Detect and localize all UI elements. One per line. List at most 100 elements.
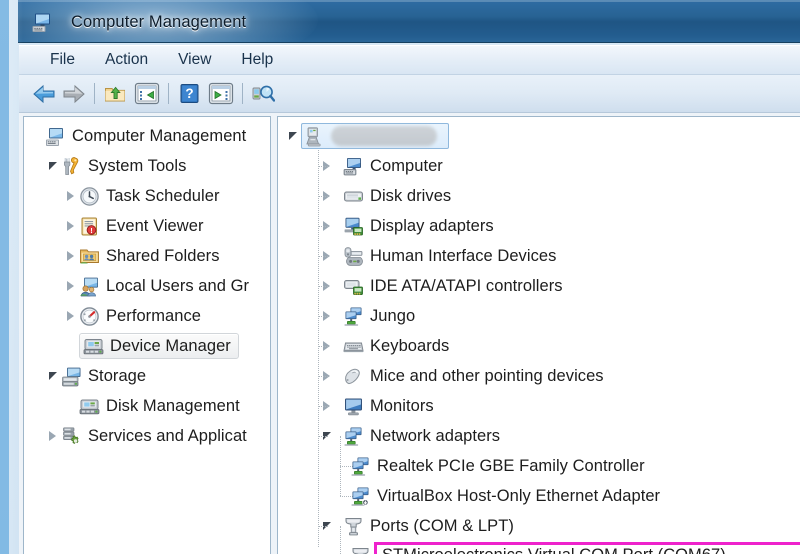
computer-icon	[343, 156, 364, 177]
twisty-collapsed-icon[interactable]	[62, 271, 79, 301]
device-node-virtualbox-host-only-ethernet-adapter[interactable]: VirtualBox Host-Only Ethernet Adapter	[278, 466, 800, 511]
scan-hardware-button[interactable]	[248, 79, 278, 109]
computer-management-icon	[31, 11, 53, 33]
system-tools-icon	[61, 156, 82, 177]
tree-guide-horizontal	[318, 166, 328, 167]
twisty-expanded-icon[interactable]	[44, 151, 61, 181]
device-node-label: Mice and other pointing devices	[370, 366, 604, 385]
device-node-mice-and-other-pointing-devices[interactable]: Mice and other pointing devices	[278, 361, 800, 391]
clock-icon	[79, 186, 100, 207]
titlebar-highlight	[18, 0, 800, 2]
device-node-monitors[interactable]: Monitors	[278, 391, 800, 421]
device-node-human-interface-devices[interactable]: Human Interface Devices	[278, 241, 800, 271]
event-viewer-icon: !	[79, 216, 100, 237]
hid-icon	[343, 246, 364, 267]
device-node-keyboards[interactable]: Keyboards	[278, 331, 800, 361]
device-node-label: IDE ATA/ATAPI controllers	[370, 276, 563, 295]
device-node-network-adapters[interactable]: Network adapters	[278, 421, 800, 451]
device-tree-root[interactable]	[278, 121, 800, 151]
sidebar-item-event-viewer[interactable]: ! Event Viewer	[24, 211, 270, 241]
sidebar-item-label: Device Manager	[110, 336, 231, 355]
device-node-ports-com-lpt[interactable]: Ports (COM & LPT)	[278, 511, 800, 541]
twisty-collapsed-icon[interactable]	[62, 241, 79, 271]
device-manager-icon	[83, 336, 104, 357]
disk-drive-icon	[343, 186, 364, 207]
tree-guide-vertical	[340, 466, 341, 496]
console-tree-pane[interactable]: Computer Management System Tools Task Sc…	[23, 116, 271, 554]
sidebar-item-local-users-and-groups[interactable]: Local Users and Gr	[24, 271, 270, 301]
tree-guide-horizontal	[318, 346, 328, 347]
sidebar-item-services-and-applications[interactable]: Services and Applicat	[24, 421, 270, 451]
sidebar-item-label: System Tools	[88, 156, 187, 175]
disk-management-icon	[79, 396, 100, 417]
device-node-label: VirtualBox Host-Only Ethernet Adapter	[377, 486, 661, 505]
back-button[interactable]	[29, 79, 59, 109]
device-node-display-adapters[interactable]: Display adapters	[278, 211, 800, 241]
sidebar-item-computer-management[interactable]: Computer Management	[24, 121, 270, 151]
sidebar-item-device-manager[interactable]: Device Manager	[24, 331, 270, 361]
device-manager-pane[interactable]: Computer Disk drives Display adapters Hu…	[277, 116, 800, 554]
twisty-expanded-icon[interactable]	[284, 121, 301, 151]
shared-folders-icon	[79, 246, 100, 267]
forward-button[interactable]	[59, 79, 89, 109]
sidebar-item-task-scheduler[interactable]: Task Scheduler	[24, 181, 270, 211]
network-adapter-icon	[350, 486, 371, 507]
device-node-computer[interactable]: Computer	[278, 151, 800, 181]
window-title: Computer Management	[71, 12, 247, 31]
device-node-label: Disk drives	[370, 186, 452, 205]
twisty-expanded-icon[interactable]	[44, 361, 61, 391]
network-adapter-icon	[343, 306, 364, 327]
tree-guide-horizontal	[318, 376, 328, 377]
display-adapter-icon	[343, 216, 364, 237]
twisty-none	[28, 121, 45, 151]
sidebar-item-performance[interactable]: Performance	[24, 301, 270, 331]
help-button[interactable]: ?	[174, 79, 204, 109]
local-users-icon	[79, 276, 100, 297]
help-icon: ?	[179, 83, 200, 104]
device-node-realtek-pcie-gbe-family-controller[interactable]: Realtek PCIe GBE Family Controller	[278, 436, 800, 481]
tree-guide-horizontal	[318, 436, 328, 437]
device-node-ide-ata-atapi-controllers[interactable]: IDE ATA/ATAPI controllers	[278, 271, 800, 301]
network-adapter-icon	[343, 426, 364, 447]
tree-guide-horizontal	[318, 256, 328, 257]
up-one-level-button[interactable]	[100, 79, 130, 109]
twisty-collapsed-icon[interactable]	[62, 211, 79, 241]
toolbar-separator-2	[168, 83, 169, 104]
show-console-tree-button[interactable]	[130, 79, 163, 109]
menu-view[interactable]: View	[165, 49, 224, 72]
sidebar-item-storage[interactable]: Storage	[24, 361, 270, 391]
menu-action[interactable]: Action	[92, 49, 161, 72]
device-node-stmicroelectronics-virtual-com-port[interactable]: STMicroelectronics Virtual COM Port (COM…	[278, 526, 800, 554]
show-action-pane-button[interactable]	[204, 79, 237, 109]
redacted-computer-name	[331, 126, 437, 146]
tree-guide-vertical	[340, 436, 341, 466]
computer-management-icon	[45, 126, 66, 147]
menu-file[interactable]: File	[37, 49, 88, 72]
twisty-collapsed-icon[interactable]	[62, 301, 79, 331]
svg-text:!: !	[90, 226, 93, 235]
twisty-collapsed-icon[interactable]	[44, 421, 61, 451]
sidebar-item-label: Disk Management	[106, 396, 240, 415]
device-node-label: Jungo	[370, 306, 416, 325]
sidebar-item-disk-management[interactable]: Disk Management	[24, 391, 270, 421]
device-node-label: Monitors	[370, 396, 434, 415]
sidebar-selection-highlight: Device Manager	[79, 333, 239, 359]
performance-icon	[79, 306, 100, 327]
tree-guide-horizontal	[318, 226, 328, 227]
sidebar-item-label: Storage	[88, 366, 147, 385]
keyboard-icon	[343, 336, 364, 357]
show-console-tree-icon	[134, 82, 160, 105]
twisty-collapsed-icon[interactable]	[62, 181, 79, 211]
menu-help[interactable]: Help	[228, 49, 286, 72]
device-node-jungo[interactable]: Jungo	[278, 301, 800, 331]
sidebar-item-system-tools[interactable]: System Tools	[24, 151, 270, 181]
port-icon	[350, 546, 371, 554]
toolbar-separator-1	[94, 83, 95, 104]
device-node-disk-drives[interactable]: Disk drives	[278, 181, 800, 211]
show-action-pane-icon	[208, 82, 234, 105]
twisty-none	[62, 331, 79, 361]
sidebar-item-shared-folders[interactable]: Shared Folders	[24, 241, 270, 271]
title-bar: Computer Management	[18, 0, 800, 43]
services-icon	[61, 426, 82, 447]
forward-arrow-icon	[62, 84, 86, 104]
